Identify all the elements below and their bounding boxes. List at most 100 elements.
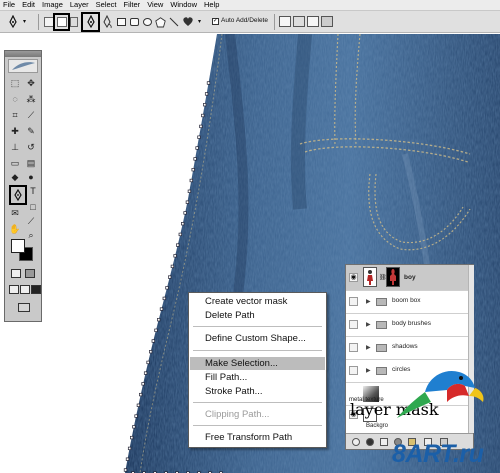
notes-tool-icon[interactable]: ✉ (9, 207, 21, 219)
hand-tool-icon[interactable]: ✋ (9, 223, 21, 235)
add-mask-icon[interactable] (380, 438, 388, 446)
path-anchor-point[interactable] (170, 264, 175, 269)
foreground-color-swatch[interactable] (11, 239, 25, 253)
path-anchor-point[interactable] (206, 81, 211, 85)
dodge-tool-icon[interactable]: ● (25, 171, 37, 183)
lasso-tool-icon[interactable]: ◌ (9, 93, 21, 105)
menu-view[interactable]: View (147, 0, 163, 10)
path-anchor-point[interactable] (176, 243, 180, 247)
menu-item-stroke-path[interactable]: Stroke Path... (205, 386, 263, 398)
exclude-overlapping-path-areas-icon[interactable] (321, 16, 333, 27)
visibility-eye-icon[interactable] (349, 343, 358, 352)
move-tool-icon[interactable]: ✥ (25, 77, 37, 89)
slice-tool-icon[interactable]: ⟋ (25, 109, 37, 121)
visibility-eye-icon[interactable]: ◉ (349, 273, 358, 282)
layer-row-shadows[interactable]: ▶ shadows (346, 337, 468, 360)
quick-mask-mode-icon[interactable] (25, 269, 35, 278)
screen-mode-standard-icon[interactable] (9, 285, 19, 294)
layer-row-boom-box[interactable]: ▶ boom box (346, 291, 468, 314)
path-anchor-point[interactable] (123, 468, 128, 472)
preset-dropdown-arrow-icon[interactable]: ▾ (23, 18, 26, 30)
fill-pixels-icon[interactable] (70, 17, 78, 27)
gradient-tool-icon[interactable]: ▤ (25, 157, 37, 169)
screen-mode-menu-icon[interactable] (20, 285, 30, 294)
path-anchor-point[interactable] (193, 157, 197, 161)
menu-layer[interactable]: Layer (70, 0, 89, 10)
path-anchor-point[interactable] (149, 350, 153, 354)
path-anchor-point[interactable] (204, 92, 209, 96)
auto-add-delete-checkbox[interactable]: ✓ (212, 18, 219, 25)
rectangle-tool-icon[interactable] (117, 18, 126, 26)
path-anchor-point[interactable] (178, 232, 182, 237)
expand-triangle-icon[interactable]: ▶ (366, 298, 371, 305)
healing-brush-tool-icon[interactable]: ✚ (9, 125, 21, 137)
menu-file[interactable]: File (3, 0, 15, 10)
eraser-tool-icon[interactable]: ▭ (9, 157, 21, 169)
layer-mask-thumbnail[interactable] (386, 267, 400, 287)
eyedropper-tool-icon[interactable]: ⟋ (25, 215, 37, 227)
standard-mode-icon[interactable] (11, 269, 21, 278)
blur-tool-icon[interactable]: ◆ (9, 171, 21, 183)
menu-help[interactable]: Help (204, 0, 219, 10)
menu-window[interactable]: Window (170, 0, 197, 10)
path-anchor-point[interactable] (134, 414, 138, 418)
path-anchor-point[interactable] (130, 435, 134, 440)
path-anchor-point[interactable] (141, 382, 145, 386)
expand-triangle-icon[interactable]: ▶ (366, 367, 371, 374)
tools-panel-titlebar[interactable] (5, 51, 41, 57)
path-anchor-point[interactable] (185, 200, 190, 204)
path-anchor-point[interactable] (197, 135, 201, 139)
path-anchor-point[interactable] (159, 307, 164, 311)
layer-row-boy[interactable]: ◉ ⛓ boy (346, 265, 468, 291)
menu-image[interactable]: Image (42, 0, 63, 10)
path-anchor-point[interactable] (162, 296, 166, 301)
path-anchor-point[interactable] (143, 371, 148, 375)
subtract-from-path-area-icon[interactable] (293, 16, 305, 27)
add-to-path-area-icon[interactable] (279, 16, 291, 27)
polygon-tool-icon[interactable] (155, 17, 166, 28)
visibility-eye-icon[interactable] (349, 320, 358, 329)
path-anchor-point[interactable] (154, 328, 158, 332)
path-anchor-point[interactable] (132, 425, 136, 429)
visibility-eye-icon[interactable] (349, 297, 358, 306)
path-anchor-point[interactable] (125, 457, 130, 461)
path-anchor-point[interactable] (157, 318, 161, 322)
screen-mode-full-icon[interactable] (31, 285, 41, 294)
marquee-tool-icon[interactable]: ⬚ (9, 77, 21, 89)
freeform-pen-icon[interactable] (101, 15, 113, 29)
path-anchor-point[interactable] (146, 360, 150, 365)
path-anchor-point[interactable] (136, 403, 141, 407)
zoom-tool-icon[interactable]: ⌕ (25, 229, 37, 241)
visibility-eye-icon[interactable] (349, 366, 358, 375)
path-anchor-point[interactable] (201, 113, 205, 118)
path-anchor-point[interactable] (173, 254, 177, 258)
path-anchor-point[interactable] (168, 275, 172, 279)
menu-item-make-selection[interactable]: Make Selection... (205, 358, 278, 370)
expand-triangle-icon[interactable]: ▶ (366, 344, 371, 351)
path-anchor-point[interactable] (139, 392, 143, 397)
menu-item-fill-path[interactable]: Fill Path... (205, 372, 247, 384)
menu-item-create-vector-mask[interactable]: Create vector mask (205, 296, 287, 308)
ellipse-tool-icon[interactable] (143, 18, 152, 26)
path-anchor-point[interactable] (191, 168, 195, 172)
path-anchor-point[interactable] (195, 146, 199, 150)
menu-edit[interactable]: Edit (22, 0, 35, 10)
magic-wand-tool-icon[interactable]: ⁂ (25, 93, 37, 105)
brush-tool-icon[interactable]: ✎ (25, 125, 37, 137)
path-anchor-point[interactable] (189, 178, 193, 183)
photoshop-feather-logo[interactable] (8, 59, 38, 73)
path-anchor-point[interactable] (127, 446, 132, 451)
menu-item-free-transform-path[interactable]: Free Transform Path (205, 432, 292, 444)
pen-tool-preset-icon[interactable] (6, 15, 20, 29)
menu-item-define-custom-shape[interactable]: Define Custom Shape... (205, 333, 306, 345)
custom-shape-tool-icon[interactable] (182, 16, 194, 27)
shape-tool-icon[interactable]: □ (27, 201, 39, 213)
line-tool-icon[interactable] (169, 17, 179, 27)
menu-filter[interactable]: Filter (124, 0, 141, 10)
geometry-options-arrow-icon[interactable]: ▾ (198, 18, 201, 30)
type-tool-icon[interactable]: T (27, 185, 39, 197)
clone-stamp-tool-icon[interactable]: ⊥ (9, 141, 21, 153)
path-anchor-point[interactable] (203, 103, 207, 107)
path-anchor-point[interactable] (165, 286, 169, 290)
crop-tool-icon[interactable]: ⌗ (9, 109, 21, 121)
